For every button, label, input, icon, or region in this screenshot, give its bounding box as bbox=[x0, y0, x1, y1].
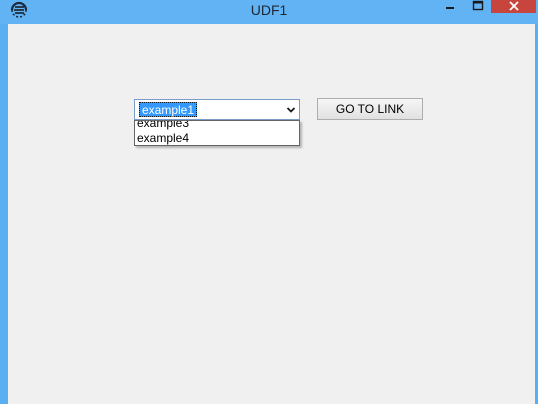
combo-dropdown-list[interactable]: example3 example4 bbox=[134, 120, 300, 146]
app-window: UDF1 example1 example3 example4 GO TO LI… bbox=[0, 0, 538, 404]
chevron-down-icon[interactable] bbox=[282, 100, 299, 119]
close-button[interactable] bbox=[491, 0, 536, 13]
list-item[interactable]: example4 bbox=[137, 132, 189, 145]
close-icon bbox=[508, 0, 519, 16]
maximize-icon bbox=[472, 0, 484, 16]
client-area: example1 example3 example4 GO TO LINK bbox=[8, 24, 535, 404]
maximize-button[interactable] bbox=[466, 0, 490, 13]
minimize-icon bbox=[445, 0, 455, 16]
minimize-button[interactable] bbox=[438, 0, 462, 13]
combo-selected-value[interactable]: example1 bbox=[139, 102, 198, 117]
title-bar[interactable]: UDF1 bbox=[0, 0, 538, 24]
go-to-link-button[interactable]: GO TO LINK bbox=[317, 98, 423, 120]
link-combobox[interactable]: example1 bbox=[134, 99, 300, 120]
list-item[interactable]: example3 bbox=[137, 121, 189, 130]
